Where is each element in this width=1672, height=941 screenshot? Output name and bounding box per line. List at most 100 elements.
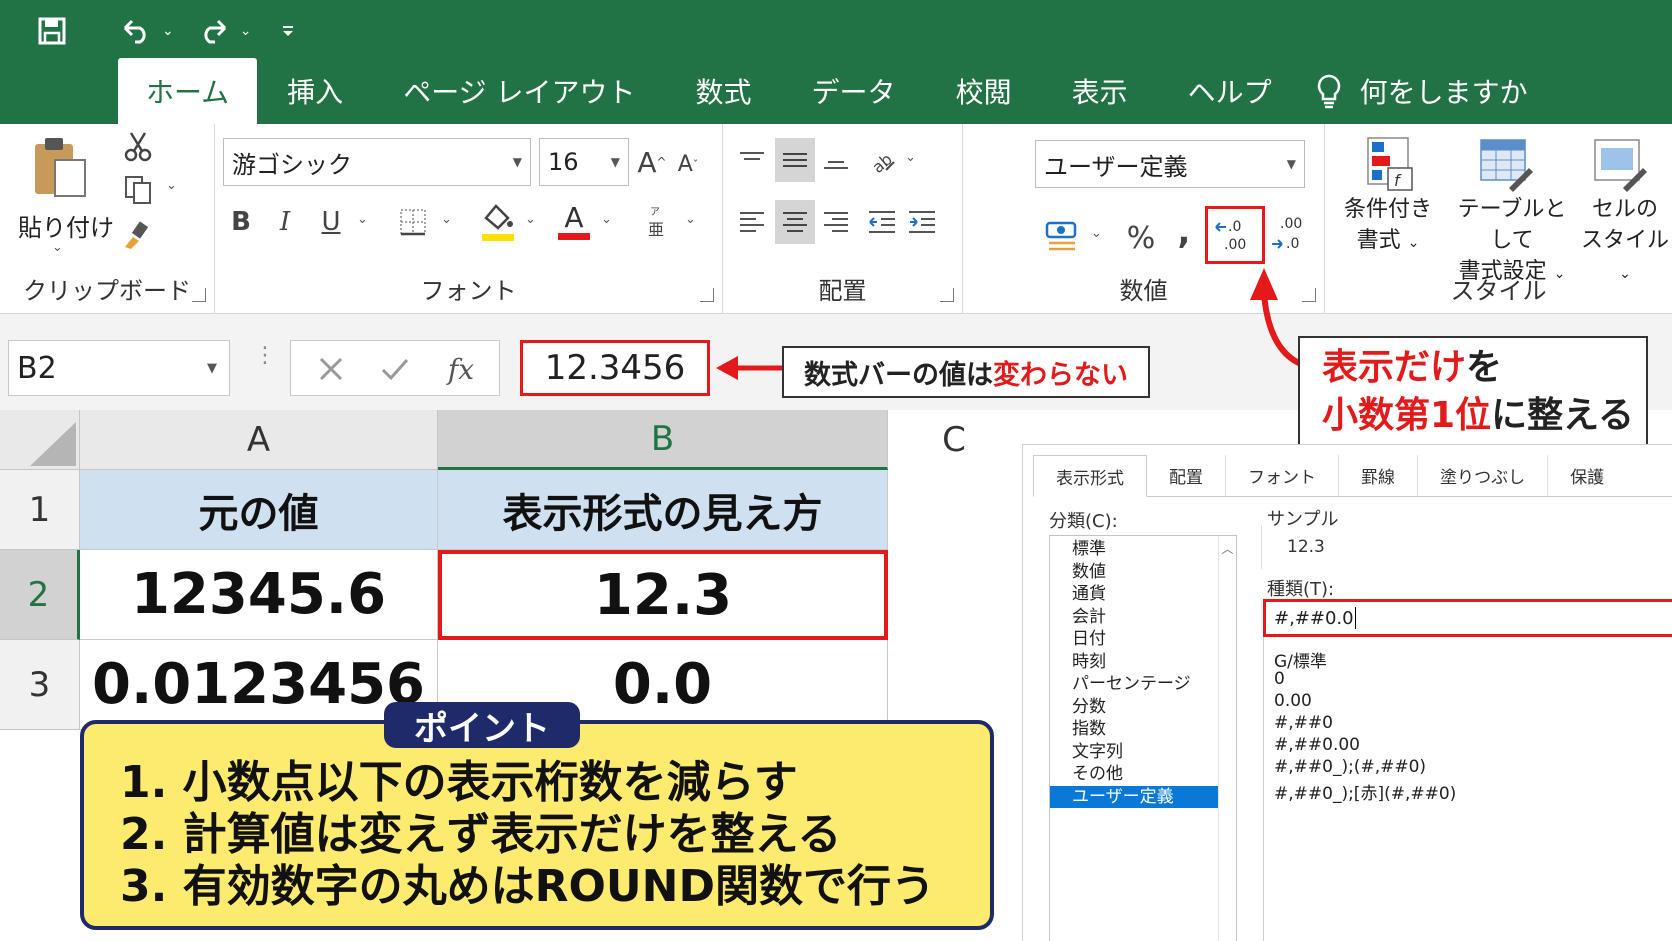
borders-dropdown-icon[interactable]: ⌄ xyxy=(441,212,452,227)
cell-styles-icon[interactable] xyxy=(1591,134,1651,194)
copy-dropdown-icon[interactable]: ⌄ xyxy=(166,178,177,193)
font-color-dropdown-icon[interactable]: ⌄ xyxy=(601,212,612,227)
clipboard-dialog-launcher-icon[interactable] xyxy=(192,288,206,302)
dialog-tab-border[interactable]: 罫線 xyxy=(1339,455,1418,496)
decrease-decimal-icon[interactable]: .00.0 xyxy=(1267,208,1313,260)
conditional-formatting-label[interactable]: 条件付き 書式 ⌄ xyxy=(1333,194,1443,259)
dialog-tab-number[interactable]: 表示形式 xyxy=(1033,455,1147,497)
type-list-item[interactable]: 0 xyxy=(1274,669,1285,689)
underline-button[interactable]: U xyxy=(315,202,347,242)
tab-home[interactable]: ホーム xyxy=(118,58,258,124)
redo-icon[interactable] xyxy=(192,8,236,54)
cell-b1[interactable]: 表示形式の見え方 xyxy=(438,470,888,550)
select-all-corner[interactable] xyxy=(0,410,80,470)
type-input[interactable]: #,##0.0 xyxy=(1263,599,1672,637)
type-list-item[interactable]: #,##0_);(#,##0) xyxy=(1274,757,1426,777)
percent-style-button[interactable]: % xyxy=(1123,218,1159,258)
row-header-3[interactable]: 3 xyxy=(0,640,80,730)
tab-formulas[interactable]: 数式 xyxy=(666,58,782,124)
font-name-combo[interactable]: 游ゴシック ▼ xyxy=(223,138,531,186)
category-item[interactable]: 文字列 xyxy=(1050,741,1236,764)
category-item[interactable]: 日付 xyxy=(1050,628,1236,651)
undo-dropdown-icon[interactable]: ⌄ xyxy=(162,23,174,39)
category-item[interactable]: 会計 xyxy=(1050,606,1236,629)
font-color-icon[interactable]: A xyxy=(555,198,593,244)
copy-icon[interactable] xyxy=(120,172,156,208)
type-list-item[interactable]: #,##0.00 xyxy=(1274,735,1360,755)
name-box[interactable]: B2 ▼ xyxy=(8,340,230,396)
formula-bar-handle-icon[interactable]: ⋮ xyxy=(254,345,276,386)
conditional-formatting-icon[interactable]: f xyxy=(1363,134,1419,194)
dialog-tab-alignment[interactable]: 配置 xyxy=(1147,455,1226,496)
tab-view[interactable]: 表示 xyxy=(1042,58,1158,124)
tab-help[interactable]: ヘルプ xyxy=(1158,58,1302,124)
increase-decimal-icon[interactable]: .0.00 xyxy=(1205,206,1265,264)
fill-color-dropdown-icon[interactable]: ⌄ xyxy=(525,212,536,227)
font-size-dropdown-icon[interactable]: ▼ xyxy=(611,155,620,169)
orientation-dropdown-icon[interactable]: ⌄ xyxy=(905,150,916,165)
category-item[interactable]: 標準 xyxy=(1050,538,1236,561)
save-icon[interactable] xyxy=(30,8,74,54)
grow-font-icon[interactable]: A ^ xyxy=(635,142,669,182)
alignment-dialog-launcher-icon[interactable] xyxy=(940,288,954,302)
format-as-table-icon[interactable] xyxy=(1477,134,1537,194)
category-item[interactable]: パーセンテージ xyxy=(1050,673,1236,696)
name-box-dropdown-icon[interactable]: ▼ xyxy=(207,361,217,376)
insert-function-icon[interactable]: fx xyxy=(439,349,483,389)
increase-indent-icon[interactable] xyxy=(905,202,939,242)
paste-dropdown-icon[interactable]: ⌄ xyxy=(52,240,63,255)
cut-icon[interactable] xyxy=(120,128,156,164)
row-header-2[interactable]: 2 xyxy=(0,550,80,640)
dialog-tab-protection[interactable]: 保護 xyxy=(1548,455,1626,496)
decrease-indent-icon[interactable] xyxy=(865,202,899,242)
phonetic-guide-icon[interactable]: ア亜 xyxy=(641,202,671,242)
type-list-item[interactable]: #,##0_);[赤](#,##0) xyxy=(1274,779,1456,804)
dialog-tab-fill[interactable]: 塗りつぶし xyxy=(1418,455,1549,496)
row-header-1[interactable]: 1 xyxy=(0,470,80,550)
tab-review[interactable]: 校閲 xyxy=(926,58,1042,124)
shrink-font-icon[interactable]: Aˇ xyxy=(671,146,705,182)
number-format-dropdown-icon[interactable]: ▼ xyxy=(1287,157,1296,171)
align-left-icon[interactable] xyxy=(735,202,769,242)
category-item[interactable]: 時刻 xyxy=(1050,651,1236,674)
formula-input[interactable]: 12.3456 xyxy=(520,340,710,396)
font-name-dropdown-icon[interactable]: ▼ xyxy=(513,155,522,169)
format-painter-icon[interactable] xyxy=(118,218,154,254)
paste-label[interactable]: 貼り付け xyxy=(18,208,114,243)
align-center-icon[interactable] xyxy=(775,200,815,244)
comma-style-button[interactable]: , xyxy=(1169,212,1199,252)
borders-icon[interactable] xyxy=(397,204,429,240)
scroll-up-icon[interactable]: ︿ xyxy=(1219,536,1236,557)
tab-insert[interactable]: 挿入 xyxy=(257,58,373,124)
align-right-icon[interactable] xyxy=(819,202,853,242)
redo-dropdown-icon[interactable]: ⌄ xyxy=(240,23,252,39)
column-header-b[interactable]: B xyxy=(438,410,888,470)
bold-button[interactable]: B xyxy=(225,202,257,242)
category-item[interactable]: 分数 xyxy=(1050,696,1236,719)
tell-me-search[interactable]: 何をしますか xyxy=(1302,58,1558,124)
font-size-combo[interactable]: 16 ▼ xyxy=(539,138,629,186)
font-dialog-launcher-icon[interactable] xyxy=(700,288,714,302)
accounting-format-icon[interactable] xyxy=(1043,216,1083,256)
column-header-a[interactable]: A xyxy=(80,410,438,470)
cancel-entry-icon[interactable] xyxy=(311,349,351,389)
dialog-tab-font[interactable]: フォント xyxy=(1226,455,1339,496)
orientation-icon[interactable]: ab xyxy=(865,140,899,180)
tab-data[interactable]: データ xyxy=(782,58,926,124)
column-header-c[interactable]: C xyxy=(888,410,1020,470)
underline-dropdown-icon[interactable]: ⌄ xyxy=(357,212,368,227)
phonetic-dropdown-icon[interactable]: ⌄ xyxy=(685,212,696,227)
type-list-item[interactable]: 0.00 xyxy=(1274,691,1312,711)
category-item-custom[interactable]: ユーザー定義 xyxy=(1050,785,1218,808)
paste-icon[interactable] xyxy=(30,134,90,200)
accounting-dropdown-icon[interactable]: ⌄ xyxy=(1091,226,1102,241)
category-item[interactable]: 通貨 xyxy=(1050,583,1236,606)
category-scrollbar[interactable]: ︿ xyxy=(1218,536,1236,941)
tab-page-layout[interactable]: ページ レイアウト xyxy=(373,58,665,124)
customize-qat-icon[interactable] xyxy=(273,8,303,54)
category-item[interactable]: その他 xyxy=(1050,763,1236,786)
number-format-combo[interactable]: ユーザー定義 ▼ xyxy=(1035,140,1305,188)
align-middle-icon[interactable] xyxy=(775,138,815,182)
align-bottom-icon[interactable] xyxy=(819,140,853,180)
align-top-icon[interactable] xyxy=(735,140,769,180)
